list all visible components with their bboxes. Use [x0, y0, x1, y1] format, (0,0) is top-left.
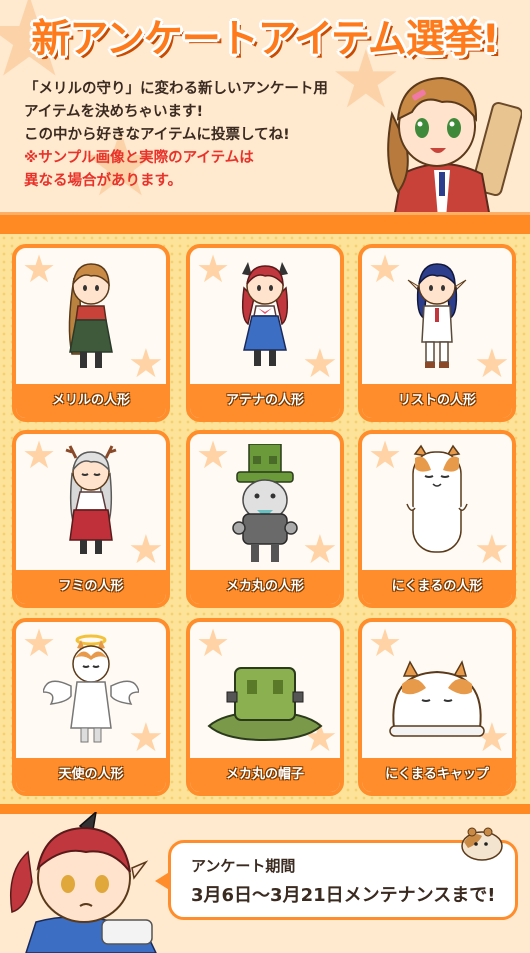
athena-mascot-icon [9, 812, 157, 953]
star-decoration-icon: ★ [368, 247, 403, 291]
fumi-doll-icon [65, 445, 117, 554]
star-decoration-icon: ★ [368, 433, 403, 477]
rist-doll-icon [407, 263, 467, 368]
page-title: 新アンケートアイテム選挙! [31, 17, 499, 62]
period-label: アンケート期間 [191, 857, 296, 875]
intro-text: 「メリルの守り」に変わる新しいアンケート用 アイテムを決めちゃいます! この中か… [24, 78, 364, 193]
star-decoration-icon: ★ [196, 247, 231, 291]
item-card-mekamaru-doll[interactable]: ★ ★ メカ丸の人形 [186, 430, 344, 608]
item-label: 天使の人形 [16, 758, 166, 792]
item-label: アテナの人形 [190, 384, 340, 418]
star-decoration-icon: ★ [474, 527, 510, 573]
intro-line: この中から好きなアイテムに投票してね! [24, 127, 290, 143]
item-label: フミの人形 [16, 570, 166, 604]
item-label: メカ丸の人形 [190, 570, 340, 604]
note-line: 異なる場合があります。 [24, 173, 183, 189]
star-decoration-icon: ★ [22, 247, 57, 291]
item-card-rist-doll[interactable]: ★ ★ リストの人形 [358, 244, 516, 422]
nikumaru-cap-icon [389, 660, 485, 737]
star-decoration-icon: ★ [302, 527, 338, 573]
item-card-athena-doll[interactable]: ★ ★ アテナの人形 [186, 244, 344, 422]
athena-doll-icon [241, 262, 289, 366]
star-decoration-icon: ★ [302, 341, 338, 387]
header: ★ ★ ★ 新アンケートアイテム選挙! 「メリルの守り」に変わる新しいアンケート… [0, 0, 530, 218]
item-label: リストの人形 [362, 384, 512, 418]
star-decoration-icon: ★ [474, 341, 510, 387]
intro-line: 「メリルの守り」に変わる新しいアンケート用 [24, 81, 328, 97]
mekamaru-hat-icon [207, 667, 323, 742]
star-decoration-icon: ★ [128, 527, 164, 573]
item-label: にくまるの人形 [362, 570, 512, 604]
item-card-nikumaru-cap[interactable]: ★ ★ にくまるキャップ [358, 618, 516, 796]
note-line: ※サンプル画像と実際のアイテムは [24, 150, 254, 166]
item-card-fumi-doll[interactable]: ★ ★ フミの人形 [12, 430, 170, 608]
star-decoration-icon: ★ [128, 341, 164, 387]
angel-doll-icon [43, 634, 139, 743]
item-label: メカ丸の帽子 [190, 758, 340, 792]
item-card-mekamaru-hat[interactable]: ★ ★ メカ丸の帽子 [186, 618, 344, 796]
item-label: にくまるキャップ [362, 758, 512, 792]
nikumaru-doll-icon [406, 444, 468, 553]
bubble-tail [155, 871, 171, 891]
star-decoration-icon: ★ [196, 433, 231, 477]
hamster-icon [461, 827, 503, 861]
star-decoration-icon: ★ [22, 433, 57, 477]
item-label: メリルの人形 [16, 384, 166, 418]
item-grid: ★ ★ メリルの人形 ★ ★ アテナの人形 ★ ★ リストの人形 ★ ★ フミの… [0, 234, 530, 804]
meryl-mascot-icon [387, 76, 522, 218]
item-card-meryl-doll[interactable]: ★ ★ メリルの人形 [12, 244, 170, 422]
item-card-angel-doll[interactable]: ★ ★ 天使の人形 [12, 618, 170, 796]
mekamaru-doll-icon [232, 444, 298, 562]
item-card-nikumaru-doll[interactable]: ★ ★ にくまるの人形 [358, 430, 516, 608]
meryl-doll-icon [68, 263, 113, 368]
period-value: 3月6日～3月21日メンテナンスまで! [191, 885, 496, 906]
intro-line: アイテムを決めちゃいます! [24, 104, 204, 120]
